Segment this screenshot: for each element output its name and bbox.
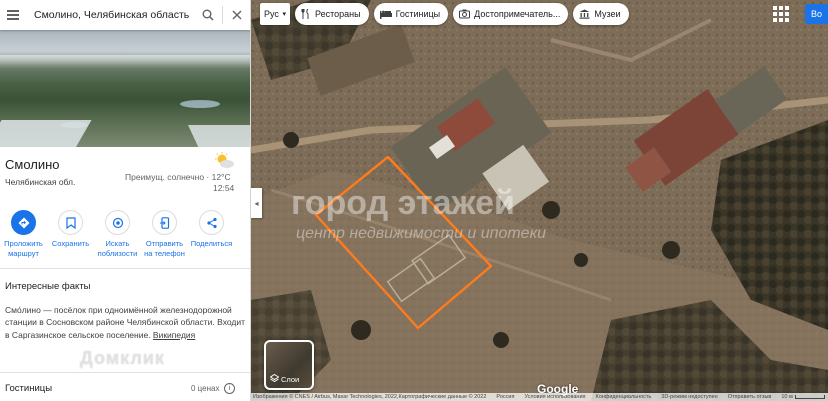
- chip-hotels[interactable]: Гостиницы: [373, 3, 449, 25]
- close-icon: [232, 10, 242, 20]
- save-button[interactable]: Сохранить: [47, 210, 94, 266]
- facts-heading: Интересные факты: [5, 281, 91, 292]
- partly-sunny-icon: [215, 152, 234, 168]
- hamburger-icon: [7, 11, 19, 19]
- apps-grid-icon[interactable]: [773, 6, 789, 22]
- wikipedia-link[interactable]: Википедия: [153, 330, 195, 340]
- directions-button[interactable]: Проложить маршрут: [0, 210, 47, 266]
- action-label-2: маршрут: [8, 249, 39, 258]
- chip-attractions[interactable]: Достопримечатель...: [453, 3, 569, 25]
- watermark-subtitle: центр недвижимости и ипотеки: [296, 225, 546, 242]
- bookmark-icon: [58, 210, 83, 235]
- hotels-heading: Гостиницы: [5, 383, 53, 394]
- local-time: 12:54: [213, 183, 235, 193]
- hotels-price-note: 0 ценах: [191, 384, 220, 393]
- category-chips: Рус ▾ Рестораны Гостиницы Достопримечате…: [260, 3, 629, 26]
- layers-icon: [269, 373, 280, 385]
- chevron-left-icon: ◂: [254, 198, 259, 208]
- section-divider: [0, 268, 250, 269]
- camera-icon: [459, 9, 471, 19]
- feedback-link[interactable]: Отправить отзыв: [728, 393, 772, 401]
- language-select[interactable]: Рус ▾: [260, 3, 290, 25]
- place-photo[interactable]: [0, 30, 250, 147]
- search-button[interactable]: [194, 0, 222, 30]
- action-label-2: на телефон: [144, 249, 185, 258]
- search-box: [0, 0, 250, 30]
- scale-label: 10 м: [781, 394, 793, 400]
- share-button[interactable]: Поделиться: [188, 210, 235, 266]
- sign-in-button[interactable]: Во: [805, 4, 828, 24]
- action-label: Поделиться: [190, 239, 233, 248]
- 3d-mode-status: 3D-режим недоступен: [661, 394, 718, 400]
- menu-button[interactable]: [0, 0, 26, 30]
- scale-bar[interactable]: 10 м: [781, 393, 825, 401]
- layers-label: Слои: [281, 375, 300, 384]
- satellite-map[interactable]: город этажей центр недвижимости и ипотек…: [251, 0, 828, 401]
- facts-description: Смо́лино — посёлок при одноимённой желез…: [5, 304, 245, 341]
- chip-label: Гостиницы: [395, 9, 441, 19]
- collapse-panel-button[interactable]: ◂: [251, 188, 262, 218]
- action-label-2: поблизости: [97, 249, 138, 258]
- chevron-down-icon: ▾: [282, 11, 286, 18]
- chip-label: Достопримечатель...: [474, 9, 561, 19]
- share-icon: [199, 210, 224, 235]
- search-icon: [202, 9, 214, 21]
- directions-icon: [11, 210, 36, 235]
- action-label: Отправить: [145, 239, 184, 248]
- send-to-phone-icon: [152, 210, 177, 235]
- domclick-watermark: Домклик: [80, 348, 165, 368]
- action-label: Искать: [105, 239, 130, 248]
- search-nearby-button[interactable]: Искать поблизости: [94, 210, 141, 266]
- action-buttons: Проложить маршрут Сохранить Искать поблизо…: [0, 210, 250, 266]
- chip-label: Музеи: [594, 9, 621, 19]
- attribution-bar: Изображения © CNES / Airbus, Maxar Techn…: [251, 393, 828, 401]
- weather-summary: Преимущ. солнечно · 12°C: [125, 172, 231, 182]
- maps-window: город этажей центр недвижимости и ипотек…: [0, 0, 828, 401]
- chip-restaurants[interactable]: Рестораны: [295, 3, 369, 25]
- send-to-phone-button[interactable]: Отправить на телефон: [141, 210, 188, 266]
- chip-museums[interactable]: Музеи: [573, 3, 629, 25]
- bed-icon: [379, 9, 392, 19]
- nearby-icon: [105, 210, 130, 235]
- museum-icon: [579, 9, 590, 19]
- place-region: Челябинская обл.: [5, 177, 76, 187]
- facts-text: Смо́лино — посёлок при одноимённой желез…: [5, 305, 246, 340]
- fork-knife-icon: [301, 9, 311, 19]
- section-divider: [0, 372, 250, 373]
- country-link[interactable]: Россия: [496, 393, 514, 401]
- action-label: Сохранить: [51, 239, 90, 248]
- scale-line: [794, 395, 825, 399]
- privacy-link[interactable]: Конфиденциальность: [596, 393, 652, 401]
- place-panel: Смолино Челябинская обл. Преимущ. солнеч…: [0, 0, 251, 401]
- clear-search-button[interactable]: [223, 0, 250, 30]
- action-label: Проложить: [4, 239, 43, 248]
- satellite-imagery: город этажей центр недвижимости и ипотек…: [251, 0, 828, 401]
- place-title: Смолино: [5, 157, 60, 172]
- info-icon[interactable]: i: [224, 383, 235, 394]
- watermark-title: город этажей: [291, 184, 515, 222]
- layers-button[interactable]: Слои: [264, 340, 314, 390]
- language-label: Рус: [264, 9, 279, 19]
- attribution-text: Изображения © CNES / Airbus, Maxar Techn…: [253, 394, 487, 400]
- search-input[interactable]: [26, 0, 194, 30]
- terms-link[interactable]: Условия использования: [524, 393, 585, 401]
- chip-label: Рестораны: [315, 9, 361, 19]
